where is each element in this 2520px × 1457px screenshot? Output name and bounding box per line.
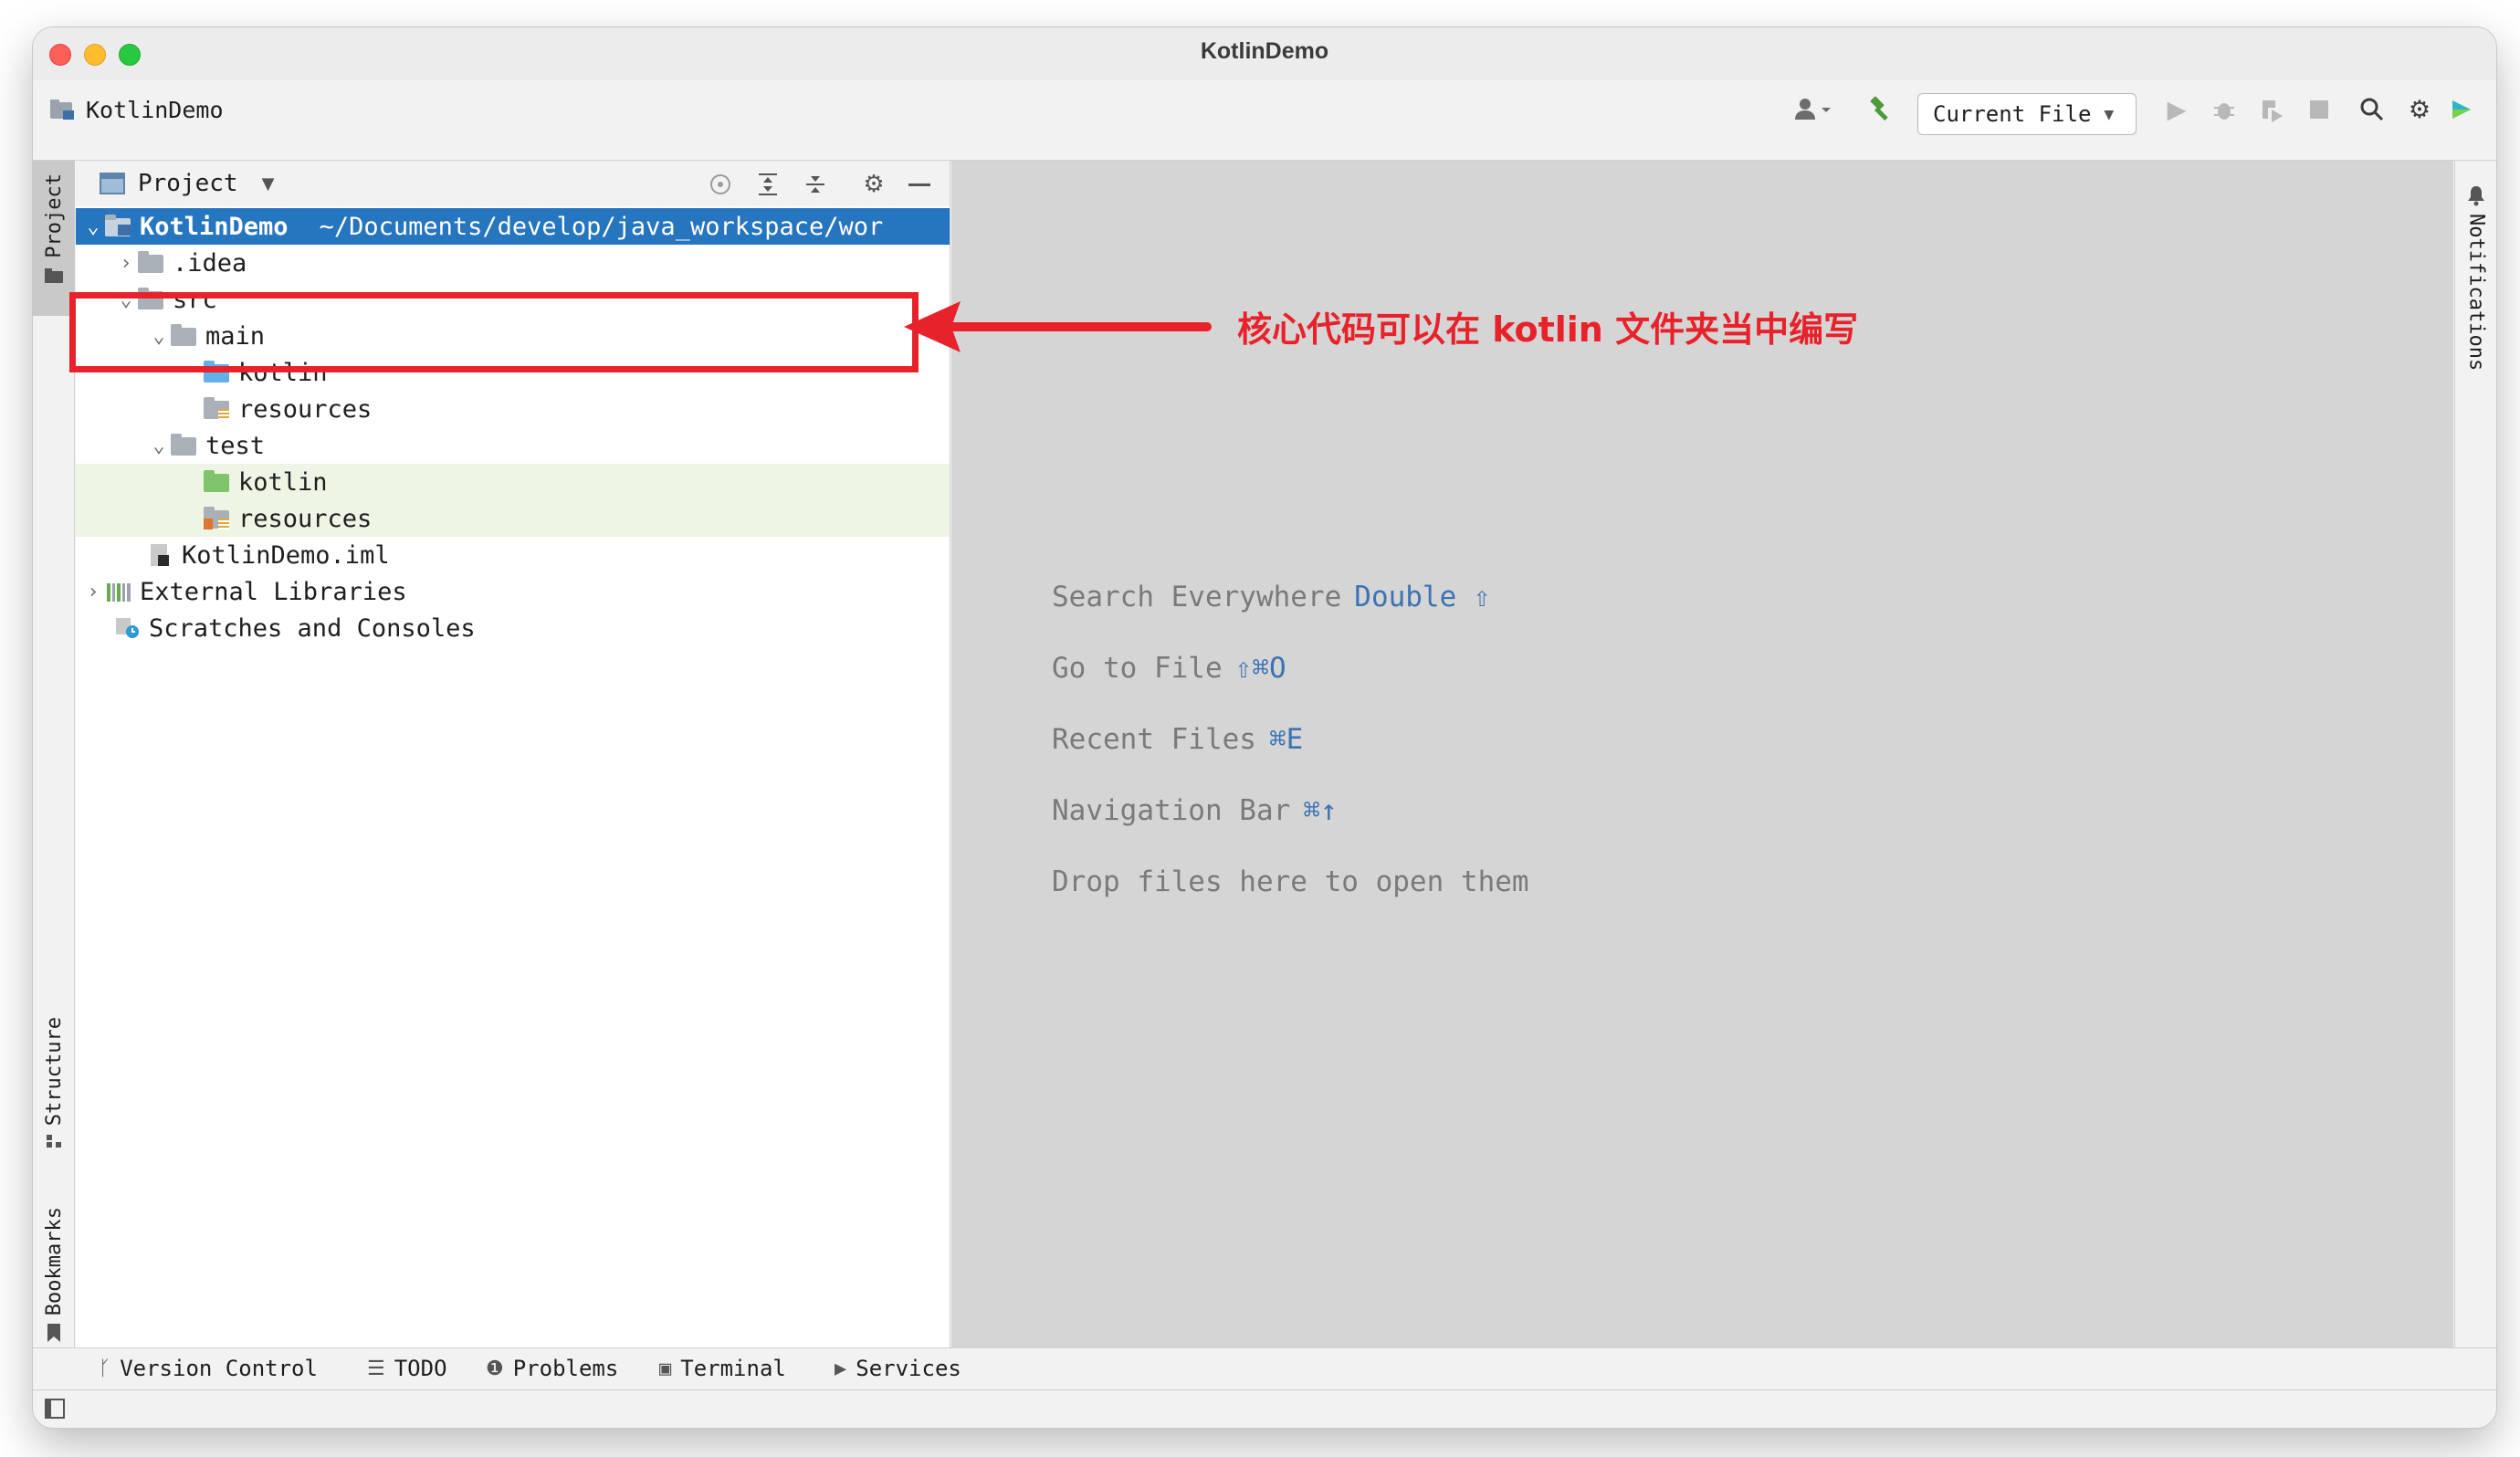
- annotation-arrow: [904, 301, 1212, 352]
- annotation-text: 核心代码可以在 kotlin 文件夹当中编写: [1237, 309, 1859, 350]
